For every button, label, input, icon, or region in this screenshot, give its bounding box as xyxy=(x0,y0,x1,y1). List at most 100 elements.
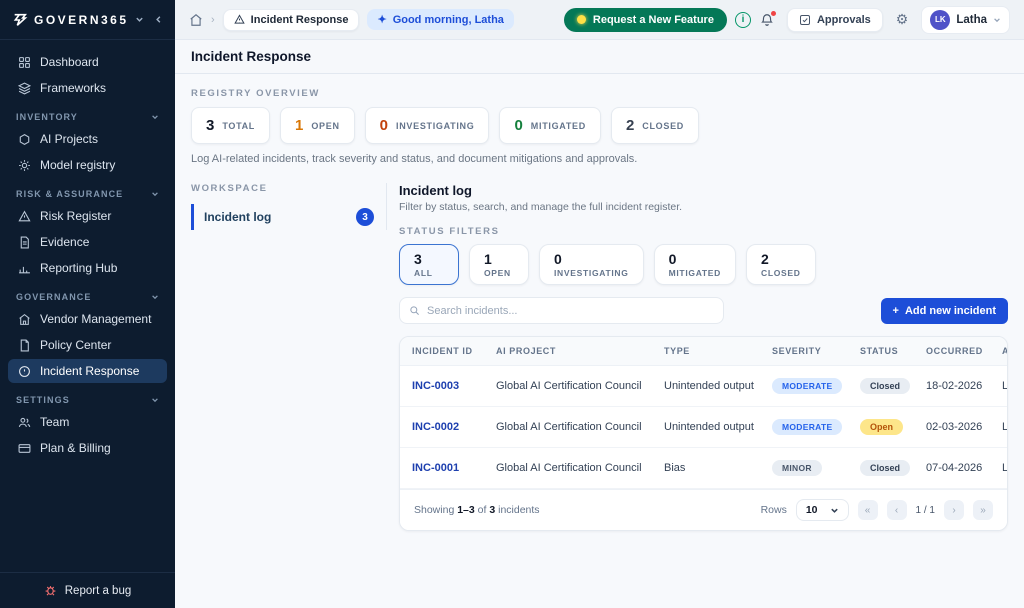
sidebar-item-team[interactable]: Team xyxy=(8,410,167,434)
page-indicator: 1 / 1 xyxy=(916,505,935,516)
user-menu[interactable]: LK Latha xyxy=(921,6,1010,34)
sidebar-item-label: Vendor Management xyxy=(40,312,151,326)
sidebar-item-label: Model registry xyxy=(40,158,115,172)
breadcrumb[interactable]: Incident Response xyxy=(223,9,360,31)
cell-type: Unintended output xyxy=(652,407,760,448)
incident-id-link[interactable]: INC-0003 xyxy=(400,366,484,407)
filter-open[interactable]: 1 OPEN xyxy=(469,244,529,285)
sidebar-group-governance[interactable]: GOVERNANCE xyxy=(0,282,175,305)
alert-triangle-icon xyxy=(17,209,31,223)
stat-value: 2 xyxy=(626,117,634,134)
cell-occurred: 02-03-2026 xyxy=(914,407,990,448)
sidebar-item-label: Evidence xyxy=(40,235,89,249)
col-ai-project: AI PROJECT xyxy=(484,337,652,366)
stat-card-open: 1 OPEN xyxy=(280,107,355,144)
status-filters-label: STATUS FILTERS xyxy=(399,226,1008,237)
bug-icon xyxy=(44,584,57,597)
filter-closed[interactable]: 2 CLOSED xyxy=(746,244,816,285)
sidebar-item-label: Policy Center xyxy=(40,338,111,352)
incident-count-badge: 3 xyxy=(356,208,374,226)
sidebar-item-ai-projects[interactable]: AI Projects xyxy=(8,127,167,151)
col-type: TYPE xyxy=(652,337,760,366)
pagination-next-button[interactable]: › xyxy=(944,500,964,520)
cell-status: Closed xyxy=(848,448,914,489)
sidebar-item-risk-register[interactable]: Risk Register xyxy=(8,204,167,228)
sidebar-item-evidence[interactable]: Evidence xyxy=(8,230,167,254)
content: REGISTRY OVERVIEW 3 TOTAL 1 OPEN 0 INVES… xyxy=(175,74,1024,608)
stat-label: CLOSED xyxy=(642,121,684,131)
home-icon[interactable] xyxy=(189,13,203,27)
sidebar-group-inventory[interactable]: INVENTORY xyxy=(0,102,175,125)
cell-approver: Latha xyxy=(990,407,1007,448)
table-row[interactable]: INC-0002 Global AI Certification Council… xyxy=(400,407,1007,448)
pagination-last-button[interactable]: » xyxy=(973,500,993,520)
cell-occurred: 18-02-2026 xyxy=(914,366,990,407)
sidebar-item-policy-center[interactable]: Policy Center xyxy=(8,333,167,357)
request-feature-button[interactable]: Request a New Feature xyxy=(564,8,727,32)
stat-card-total: 3 TOTAL xyxy=(191,107,270,144)
incident-table-card: INCIDENT ID AI PROJECT TYPE SEVERITY STA… xyxy=(399,336,1008,531)
topbar: › Incident Response ✦ Good morning, Lath… xyxy=(175,0,1024,40)
sidebar-item-reporting-hub[interactable]: Reporting Hub xyxy=(8,256,167,280)
sidebar-group-risk-assurance[interactable]: RISK & ASSURANCE xyxy=(0,179,175,202)
rows-value: 10 xyxy=(806,504,818,516)
col-severity: SEVERITY xyxy=(760,337,848,366)
group-header-label: GOVERNANCE xyxy=(16,292,92,302)
table-scroll-area[interactable]: INCIDENT ID AI PROJECT TYPE SEVERITY STA… xyxy=(400,337,1007,489)
approvals-button[interactable]: Approvals xyxy=(787,8,883,32)
sidebar-item-label: Team xyxy=(40,415,69,429)
chevron-down-icon xyxy=(151,396,159,404)
rows-label: Rows xyxy=(761,504,787,516)
sidebar-group-settings[interactable]: SETTINGS xyxy=(0,385,175,408)
filter-mitigated[interactable]: 0 MITIGATED xyxy=(654,244,736,285)
stat-card-mitigated: 0 MITIGATED xyxy=(499,107,600,144)
stat-label: INVESTIGATING xyxy=(396,121,474,131)
sidebar: GOVERN365 Dashboard Frameworks INVENTORY… xyxy=(0,0,175,608)
sidebar-item-label: Dashboard xyxy=(40,55,99,69)
sidebar-item-vendor-management[interactable]: Vendor Management xyxy=(8,307,167,331)
sidebar-item-incident-response[interactable]: Incident Response xyxy=(8,359,167,383)
sidebar-item-plan-billing[interactable]: Plan & Billing xyxy=(8,436,167,460)
plus-icon: + xyxy=(893,305,899,317)
add-new-incident-button[interactable]: + Add new incident xyxy=(881,298,1009,324)
user-name: Latha xyxy=(956,14,987,26)
add-incident-label: Add new incident xyxy=(905,305,996,317)
incident-id-link[interactable]: INC-0002 xyxy=(400,407,484,448)
table-row[interactable]: INC-0003 Global AI Certification Council… xyxy=(400,366,1007,407)
filter-label: INVESTIGATING xyxy=(554,268,629,278)
filter-all[interactable]: 3 ALL xyxy=(399,244,459,285)
table-footer: Showing 1–3 of 3 incidents Rows 10 xyxy=(400,489,1007,530)
title-bar: Incident Response xyxy=(175,40,1024,74)
stat-label: TOTAL xyxy=(222,121,255,131)
pagination-prev-button[interactable]: ‹ xyxy=(887,500,907,520)
col-occurred: OCCURRED xyxy=(914,337,990,366)
search-icon xyxy=(409,305,420,316)
report-a-bug-button[interactable]: Report a bug xyxy=(0,572,175,608)
workspace-item-incident-log[interactable]: Incident log 3 xyxy=(191,204,374,230)
filter-investigating[interactable]: 0 INVESTIGATING xyxy=(539,244,644,285)
alert-triangle-icon xyxy=(234,14,245,25)
stat-card-investigating: 0 INVESTIGATING xyxy=(365,107,490,144)
notifications-bell-icon[interactable] xyxy=(760,13,774,27)
rows-per-page-select[interactable]: 10 xyxy=(796,499,849,521)
sidebar-item-frameworks[interactable]: Frameworks xyxy=(8,76,167,100)
overview-description: Log AI-related incidents, track severity… xyxy=(191,153,1008,165)
sidebar-item-model-registry[interactable]: Model registry xyxy=(8,153,167,177)
gear-icon[interactable]: ⚙ xyxy=(896,11,909,28)
chevron-down-icon xyxy=(151,190,159,198)
cell-project: Global AI Certification Council xyxy=(484,448,652,489)
file-text-icon xyxy=(17,235,31,249)
info-icon[interactable]: i xyxy=(735,12,751,28)
collapse-sidebar-icon[interactable] xyxy=(154,15,163,24)
chevron-down-icon xyxy=(151,293,159,301)
cell-severity: MODERATE xyxy=(760,407,848,448)
filter-label: OPEN xyxy=(484,268,514,278)
sidebar-item-dashboard[interactable]: Dashboard xyxy=(8,50,167,74)
org-switcher-chevron-icon[interactable] xyxy=(135,15,144,24)
search-input[interactable] xyxy=(427,305,714,317)
sidebar-item-label: Frameworks xyxy=(40,81,106,95)
report-bug-label: Report a bug xyxy=(65,585,132,597)
pagination-first-button[interactable]: « xyxy=(858,500,878,520)
incident-id-link[interactable]: INC-0001 xyxy=(400,448,484,489)
table-row[interactable]: INC-0001 Global AI Certification Council… xyxy=(400,448,1007,489)
